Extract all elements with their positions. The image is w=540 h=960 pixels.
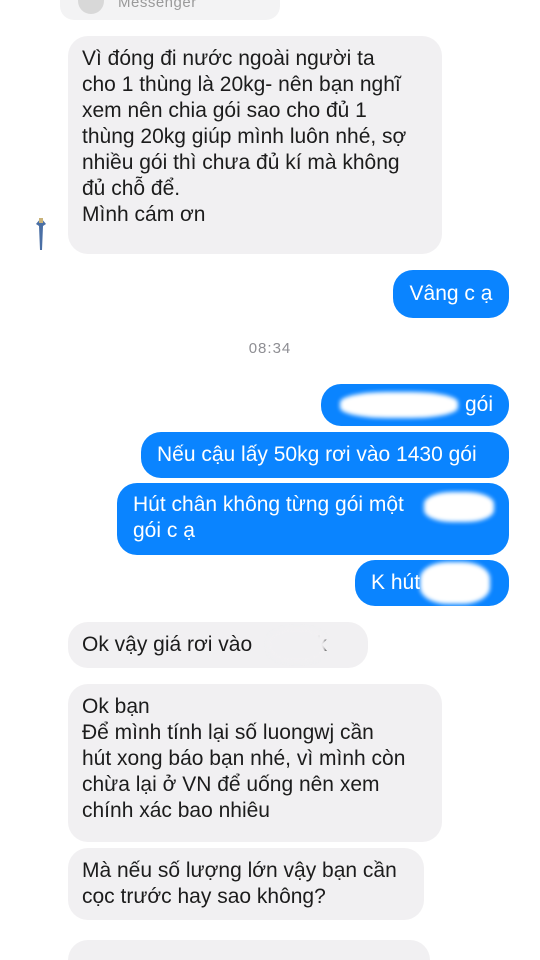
outgoing-message[interactable]: Nếu cậu lấy 50kg rơi vào 1430 gói — [141, 432, 509, 478]
redaction-mark — [268, 628, 326, 662]
incoming-message[interactable]: Mà nếu số lượng lớn vậy bạn cần cọc trướ… — [68, 848, 424, 920]
outgoing-message[interactable]: Vâng c ạ — [393, 270, 509, 318]
avatar-icon[interactable] — [34, 216, 48, 252]
redaction-mark — [420, 562, 490, 604]
header-title: Messenger — [118, 0, 197, 11]
redaction-mark — [424, 492, 494, 522]
chat-screen: Messenger Vì đóng đi nước ngoài người ta… — [0, 0, 540, 960]
redaction-mark — [340, 392, 458, 418]
incoming-message-partial[interactable] — [68, 940, 430, 960]
incoming-message[interactable]: Ok bạn Để mình tính lại số luongwj cần h… — [68, 684, 442, 842]
timestamp: 08:34 — [248, 340, 292, 357]
incoming-message[interactable]: Vì đóng đi nước ngoài người ta cho 1 thù… — [68, 36, 442, 254]
